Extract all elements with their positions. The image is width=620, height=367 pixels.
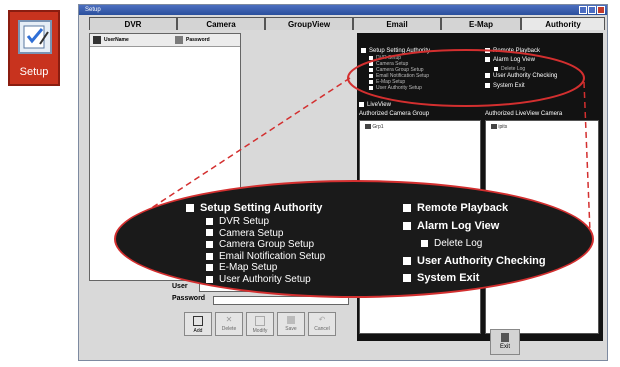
save-button[interactable]: Save — [277, 312, 305, 336]
zoom-user-authority-setup-label: User Authority Setup — [219, 274, 311, 285]
zoom-system-exit-checkbox[interactable]: System Exit — [403, 272, 479, 285]
tab-camera[interactable]: Camera — [177, 17, 265, 30]
title-bar: Setup — [79, 5, 607, 15]
zoom-user-authority-checking-checkbox[interactable]: User Authority Checking — [403, 255, 546, 268]
zoomed-authority-options: Setup Setting Authority DVR Setup Camera… — [114, 180, 594, 298]
zoom-dvr-setup-label: DVR Setup — [219, 216, 270, 227]
add-button[interactable]: Add — [184, 312, 212, 336]
tab-authority[interactable]: Authority — [521, 17, 605, 30]
delete-log-checkbox[interactable]: Delete Log — [494, 66, 525, 72]
zoom-system-exit-label: System Exit — [417, 272, 480, 284]
zoom-user-authority-checking-label: User Authority Checking — [417, 255, 546, 267]
delete-button-label: Delete — [221, 326, 237, 332]
cancel-button[interactable]: ↶ Cancel — [308, 312, 336, 336]
setup-setting-authority-label: Setup Setting Authority — [369, 48, 431, 55]
user-authority-checking-label: User Authority Checking — [493, 73, 558, 80]
delete-log-label: Delete Log — [501, 66, 526, 72]
delete-button[interactable]: ✕ Delete — [215, 312, 243, 336]
modify-button-label: Modify — [252, 328, 268, 334]
zoom-camera-setup-checkbox[interactable]: Camera Setup — [206, 228, 283, 240]
camera-group-icon — [365, 124, 371, 130]
save-icon — [287, 316, 295, 324]
zoom-emap-setup-label: E-Map Setup — [219, 262, 278, 274]
save-button-label: Save — [285, 326, 297, 332]
zoom-setup-setting-authority-label: Setup Setting Authority — [200, 202, 323, 214]
zoom-email-notification-setup-checkbox[interactable]: Email Notification Setup — [206, 251, 325, 263]
setup-launcher-tile[interactable]: Setup — [8, 10, 60, 86]
zoom-alarm-log-view-label: Alarm Log View — [417, 220, 500, 232]
zoom-setup-setting-authority-checkbox[interactable]: Setup Setting Authority — [186, 202, 322, 215]
zoom-delete-log-checkbox[interactable]: Delete Log — [421, 238, 482, 250]
user-icon — [93, 36, 101, 44]
password-column-header[interactable]: Password — [186, 36, 210, 45]
user-authority-checking-checkbox[interactable]: User Authority Checking — [485, 73, 557, 80]
exit-icon — [501, 333, 509, 342]
alarm-log-view-checkbox[interactable]: Alarm Log View — [485, 57, 535, 64]
zoom-delete-log-label: Delete Log — [434, 238, 483, 249]
zoom-camera-setup-label: Camera Setup — [219, 227, 284, 239]
modify-icon — [255, 316, 265, 326]
authorized-camera-group-label: Authorized Camera Group — [359, 111, 430, 117]
remote-playback-checkbox[interactable]: Remote Playback — [485, 48, 540, 55]
camera-icon — [491, 124, 497, 130]
user-authority-setup-label: User Authority Setup — [376, 85, 422, 91]
delete-icon: ✕ — [225, 315, 233, 324]
add-icon — [193, 316, 203, 326]
zoom-user-authority-setup-checkbox[interactable]: User Authority Setup — [206, 274, 311, 286]
liveview-checkbox[interactable]: LiveView — [359, 102, 391, 109]
list-item[interactable]: Grp1 — [365, 124, 384, 130]
list-item[interactable]: ipits — [491, 124, 507, 130]
user-label: User — [172, 283, 188, 290]
setup-checklist-icon — [18, 20, 52, 54]
liveview-camera-item-label: ipits — [498, 124, 508, 130]
camera-group-item-label: Grp1 — [372, 124, 384, 130]
zoom-alarm-log-view-checkbox[interactable]: Alarm Log View — [403, 220, 499, 233]
zoom-remote-playback-checkbox[interactable]: Remote Playback — [403, 202, 508, 215]
password-label: Password — [172, 295, 206, 302]
liveview-label: LiveView — [367, 102, 391, 109]
tab-email[interactable]: Email — [353, 17, 441, 30]
setup-label: Setup — [19, 66, 49, 78]
tab-dvr[interactable]: DVR — [89, 17, 177, 30]
modify-button[interactable]: Modify — [246, 312, 274, 336]
alarm-log-view-label: Alarm Log View — [493, 57, 535, 64]
cancel-button-label: Cancel — [314, 326, 330, 332]
zoom-camera-group-setup-label: Camera Group Setup — [219, 239, 315, 251]
add-button-label: Add — [193, 328, 203, 334]
close-icon[interactable] — [597, 6, 605, 14]
password-key-icon — [175, 36, 183, 44]
exit-button[interactable]: Exit — [490, 329, 520, 355]
cancel-icon: ↶ — [318, 315, 326, 324]
tab-groupview[interactable]: GroupView — [265, 17, 353, 30]
remote-playback-label: Remote Playback — [493, 48, 541, 55]
minimize-icon[interactable] — [579, 6, 587, 14]
window-title: Setup — [85, 7, 101, 13]
user-authority-setup-checkbox[interactable]: User Authority Setup — [369, 85, 422, 91]
authorized-liveview-camera-label: Authorized LiveView Camera — [485, 111, 563, 117]
zoom-emap-setup-checkbox[interactable]: E-Map Setup — [206, 262, 277, 274]
tab-emap[interactable]: E-Map — [441, 17, 521, 30]
user-list-header: UserName Password — [90, 34, 240, 47]
system-exit-label: System Exit — [493, 83, 525, 90]
username-column-header[interactable]: UserName — [104, 36, 129, 45]
zoom-email-notification-setup-label: Email Notification Setup — [219, 250, 326, 262]
zoom-camera-group-setup-checkbox[interactable]: Camera Group Setup — [206, 239, 314, 251]
zoom-remote-playback-label: Remote Playback — [417, 202, 509, 214]
maximize-icon[interactable] — [588, 6, 596, 14]
zoom-dvr-setup-checkbox[interactable]: DVR Setup — [206, 216, 269, 228]
system-exit-checkbox[interactable]: System Exit — [485, 83, 525, 90]
exit-button-label: Exit — [499, 344, 510, 350]
